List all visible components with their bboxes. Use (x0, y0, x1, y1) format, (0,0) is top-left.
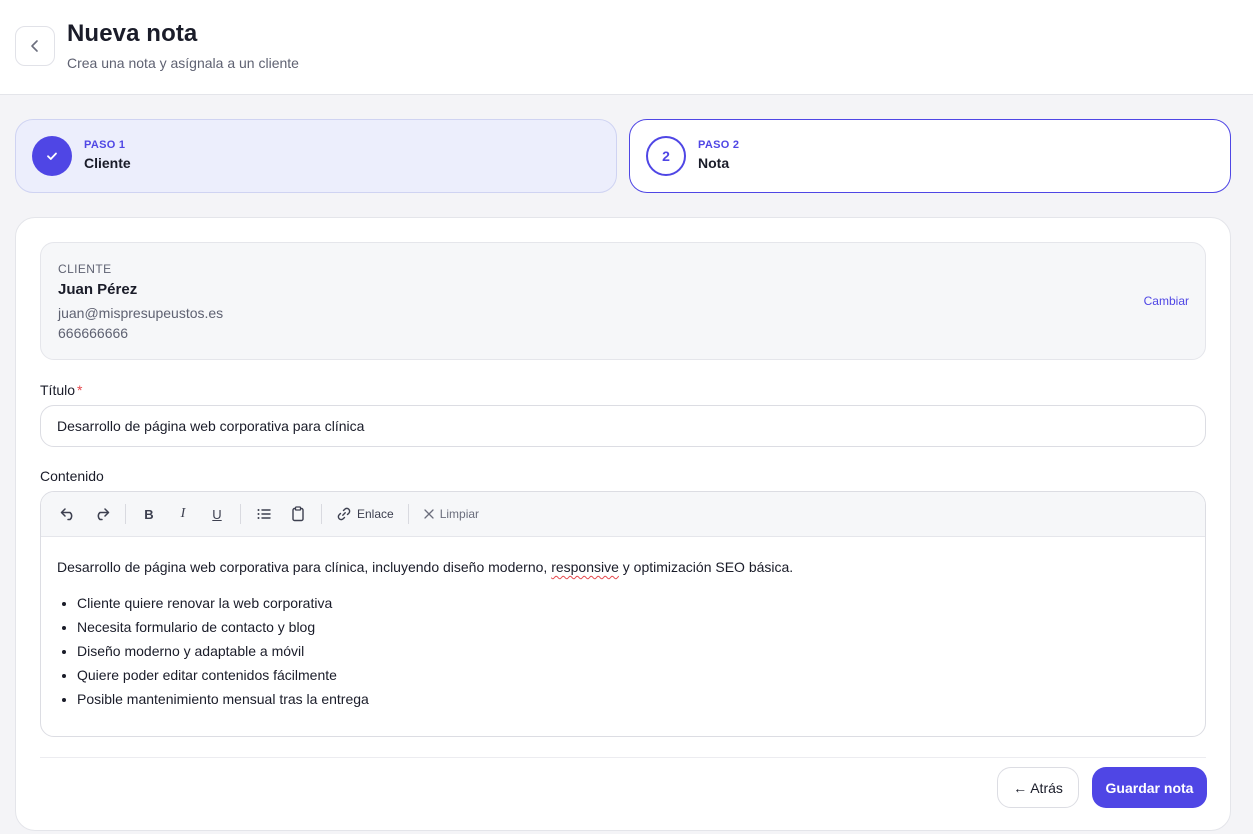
content-field-label: Contenido (40, 468, 104, 484)
toolbar-divider (321, 504, 322, 524)
clear-format-button[interactable]: Limpiar (417, 499, 485, 529)
title-label-text: Título (40, 382, 76, 398)
list-icon (257, 509, 271, 519)
editor-toolbar: B I U Enlace Limpiar (41, 492, 1205, 537)
step-number: 2 (646, 136, 686, 176)
page-header: Nueva nota Crea una nota y asígnala a un… (0, 0, 1253, 95)
step-client[interactable]: PASO 1 Cliente (15, 119, 617, 193)
editor-paragraph: Desarrollo de página web corporativa par… (57, 555, 1189, 579)
bold-button[interactable]: B (134, 499, 164, 529)
title-field-label: Título * (40, 382, 82, 398)
underline-icon: U (212, 506, 222, 522)
client-phone: 666666666 (58, 325, 129, 341)
clipboard-icon (292, 506, 304, 522)
page-title: Nueva nota (67, 20, 198, 47)
toolbar-divider (240, 504, 241, 524)
link-icon (337, 507, 351, 521)
list-item: Quiere poder editar contenidos fácilment… (77, 663, 1189, 687)
undo-button[interactable] (53, 499, 83, 529)
client-name: Juan Pérez (58, 281, 138, 298)
client-section-label: CLIENTE (58, 262, 112, 276)
required-mark: * (77, 382, 83, 398)
close-icon (424, 509, 434, 519)
back-button[interactable] (15, 26, 55, 66)
step-kicker: PASO 2 (698, 139, 740, 151)
step-label: Nota (698, 155, 730, 171)
note-form-card: CLIENTE Juan Pérez juan@mispresupeustos.… (15, 217, 1231, 831)
italic-button[interactable]: I (168, 499, 198, 529)
bullet-list-button[interactable] (249, 499, 279, 529)
italic-icon: I (180, 506, 186, 521)
paragraph-text: Desarrollo de página web corporativa par… (57, 559, 552, 575)
underline-button[interactable]: U (202, 499, 232, 529)
step-completed-indicator (32, 136, 72, 176)
clear-format-label: Limpiar (439, 507, 480, 521)
redo-button[interactable] (87, 499, 117, 529)
link-button-label: Enlace (357, 507, 394, 521)
save-note-button[interactable]: Guardar nota (1092, 767, 1207, 808)
chevron-left-icon (31, 40, 38, 52)
step-note[interactable]: 2 PASO 2 Nota (629, 119, 1231, 193)
paste-button[interactable] (283, 499, 313, 529)
link-button[interactable]: Enlace (330, 499, 400, 529)
back-step-button[interactable]: ← Atrás (997, 767, 1079, 808)
list-item: Posible mantenimiento mensual tras la en… (77, 687, 1189, 711)
paragraph-text: y optimización SEO básica. (618, 559, 794, 575)
misspelled-word: responsive (551, 559, 619, 575)
change-client-link[interactable]: Cambiar (1144, 294, 1189, 308)
toolbar-divider (407, 504, 409, 524)
list-item: Cliente quiere renovar la web corporativ… (77, 591, 1189, 615)
editor-bullet-list: Cliente quiere renovar la web corporativ… (57, 591, 1189, 711)
page-subtitle: Crea una nota y asígnala a un cliente (67, 55, 299, 71)
bold-icon: B (144, 506, 154, 522)
redo-icon (97, 508, 110, 521)
editor-content[interactable]: Desarrollo de página web corporativa par… (41, 537, 1205, 711)
toolbar-divider (125, 504, 126, 524)
list-item: Diseño moderno y adaptable a móvil (77, 639, 1189, 663)
rich-text-editor: B I U Enlace Limpiar Desarrollo de págin… (40, 491, 1206, 737)
client-email: juan@mispresupeustos.es (58, 305, 224, 321)
check-icon (47, 152, 57, 160)
step-kicker: PASO 1 (84, 139, 126, 151)
list-item: Necesita formulario de contacto y blog (77, 615, 1189, 639)
undo-icon (60, 508, 73, 521)
selected-client-panel: CLIENTE Juan Pérez juan@mispresupeustos.… (40, 242, 1206, 360)
title-input[interactable] (40, 405, 1206, 447)
step-label: Cliente (84, 155, 131, 171)
footer-divider (40, 757, 1206, 758)
